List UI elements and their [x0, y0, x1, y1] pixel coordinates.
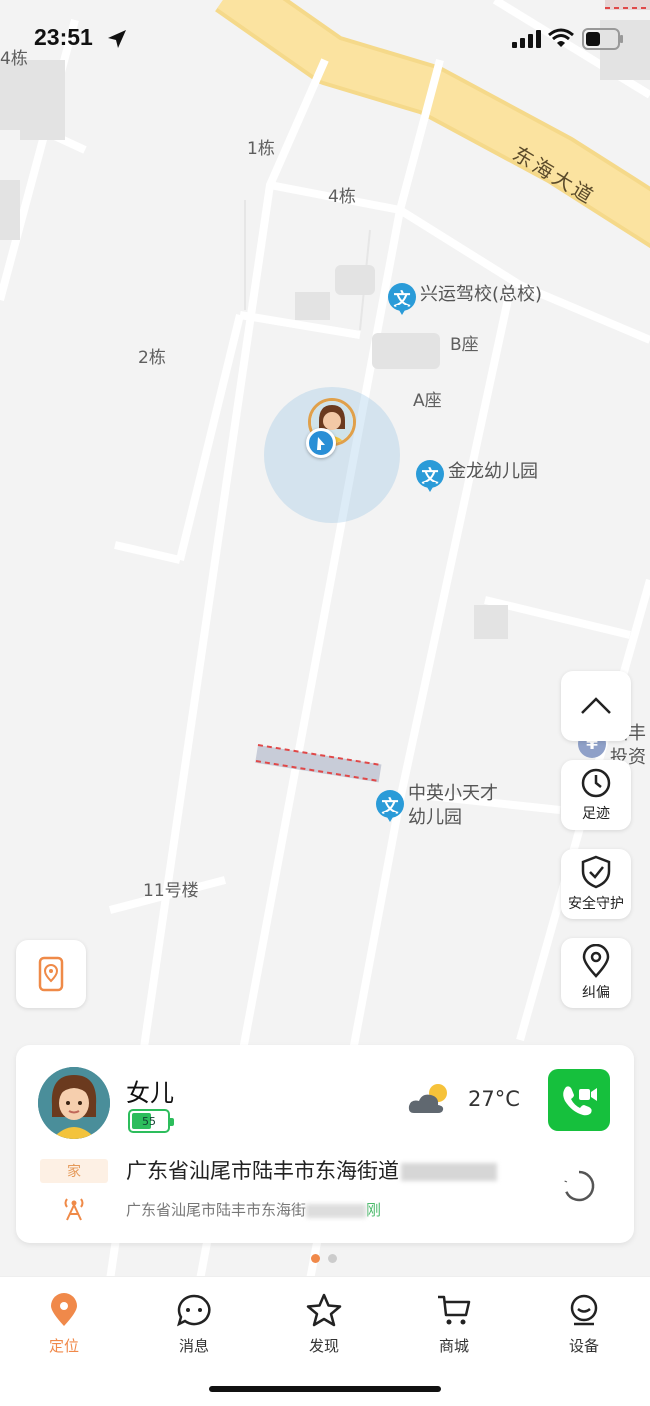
- clock-icon: [581, 768, 611, 798]
- school-pin-icon: 文: [416, 460, 444, 494]
- wifi-icon: [548, 28, 574, 47]
- poi-kindergarten-jinlong[interactable]: 文 金龙幼儿园: [416, 460, 538, 494]
- map-pin-icon: [582, 944, 610, 978]
- chat-bubble-icon: [177, 1294, 211, 1327]
- tab-label: 设备: [568, 1337, 599, 1355]
- building-label: 2栋: [138, 348, 166, 368]
- temperature: 27°C: [468, 1087, 520, 1111]
- tab-label: 消息: [178, 1337, 209, 1355]
- signal-tower-icon: [64, 1198, 84, 1221]
- cellular-signal-icon: [512, 30, 541, 48]
- tab-locate[interactable]: 定位: [19, 1293, 109, 1356]
- star-icon: [306, 1293, 342, 1327]
- safety-label: 安全守护: [568, 896, 624, 912]
- tab-mall[interactable]: 商城: [409, 1293, 499, 1356]
- partly-cloudy-icon: [408, 1084, 447, 1113]
- school-pin-icon: 文: [388, 283, 416, 317]
- battery-icon: [582, 28, 623, 50]
- bottom-tab-bar: 定位 消息 发现 商城 设备: [0, 1276, 650, 1406]
- tab-label: 定位: [48, 1337, 79, 1355]
- correct-location-button[interactable]: 纠偏: [561, 938, 631, 1008]
- device-face-icon: [570, 1294, 598, 1326]
- video-call-icon: [563, 1086, 597, 1116]
- correct-label: 纠偏: [582, 985, 610, 1001]
- redacted-text: [306, 1203, 367, 1218]
- collapse-button[interactable]: [561, 671, 631, 741]
- tab-label: 发现: [308, 1337, 339, 1355]
- tab-messages[interactable]: 消息: [149, 1293, 239, 1356]
- address-main: 广东省汕尾市陆丰市东海街道: [126, 1155, 497, 1185]
- poi-kindergarten-zhongying[interactable]: 文 中英小天才 幼儿园: [376, 782, 498, 830]
- home-tag: 家: [40, 1159, 108, 1183]
- building-label: B座: [450, 335, 479, 355]
- location-pin-icon: [51, 1293, 77, 1326]
- poi-driving-school[interactable]: 文 兴运驾校(总校): [388, 283, 542, 317]
- status-bar: 23:51: [0, 0, 650, 80]
- tab-discover[interactable]: 发现: [279, 1293, 369, 1356]
- address-sub: 广东省汕尾市陆丰市东海街刚: [126, 1201, 382, 1219]
- chevron-up-icon: [581, 697, 611, 714]
- building-label: A座: [413, 391, 442, 411]
- refresh-icon[interactable]: [562, 1169, 596, 1203]
- video-call-button[interactable]: [548, 1069, 610, 1131]
- tab-device[interactable]: 设备: [539, 1293, 629, 1356]
- battery-level: 55: [142, 1114, 156, 1128]
- device-battery: 55: [128, 1109, 174, 1133]
- child-name: 女儿: [126, 1079, 174, 1107]
- pager-dot: [328, 1254, 337, 1263]
- card-pager: [311, 1254, 337, 1263]
- shopping-cart-icon: [438, 1295, 471, 1325]
- building-label: 4栋: [328, 187, 356, 207]
- track-label: 足迹: [582, 806, 610, 822]
- shield-check-icon: [581, 855, 611, 889]
- device-locate-button[interactable]: [16, 940, 86, 1008]
- tab-label: 商城: [438, 1337, 469, 1355]
- avatar[interactable]: [38, 1067, 110, 1139]
- phone-location-icon: [38, 956, 64, 992]
- location-services-icon: [108, 30, 126, 48]
- child-info-card[interactable]: 女儿 55 27°C 家 广东省汕尾市陆丰市东海街道 广东省汕尾市陆丰市东海街刚: [16, 1045, 634, 1243]
- location-arrow-icon: [306, 428, 336, 458]
- status-time: 23:51: [34, 24, 93, 50]
- school-pin-icon: 文: [376, 790, 404, 824]
- building-label: 11号楼: [143, 881, 199, 901]
- pager-dot-active: [311, 1254, 320, 1263]
- track-button[interactable]: 足迹: [561, 760, 631, 830]
- home-indicator: [209, 1386, 441, 1392]
- redacted-text: [401, 1163, 497, 1181]
- building-label: 1栋: [247, 139, 275, 159]
- safety-guard-button[interactable]: 安全守护: [561, 849, 631, 919]
